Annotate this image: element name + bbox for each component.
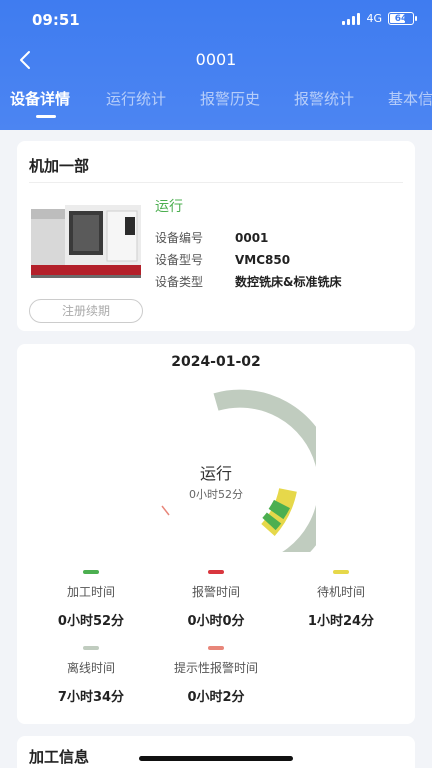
legend-processing: 加工时间 0小时52分 xyxy=(26,570,156,629)
tab-alarm-history[interactable]: 报警历史 xyxy=(200,88,260,109)
legend-color-dot xyxy=(333,570,349,574)
tab-bar: 设备详情 运行统计 报警历史 报警统计 基本信 xyxy=(0,88,432,118)
battery-level: 64 xyxy=(394,13,408,24)
legend-hint-alarm: 提示性报警时间 0小时2分 xyxy=(151,646,281,705)
status-indicators: 4G 64 xyxy=(342,12,417,25)
tab-run-stats[interactable]: 运行统计 xyxy=(106,88,166,109)
legend-value: 1小时24分 xyxy=(307,614,375,629)
ring-processing-segment xyxy=(268,499,291,520)
machine-image xyxy=(31,205,141,278)
field-value: 0001 xyxy=(235,231,269,245)
stats-date: 2024-01-02 xyxy=(171,354,261,370)
app-header: 09:51 4G 64 0001 设备详情 运行统计 报警历史 报警统计 基本信 xyxy=(0,0,432,130)
home-indicator[interactable] xyxy=(139,756,293,761)
legend-color-dot xyxy=(208,570,224,574)
legend-label: 加工时间 xyxy=(66,585,115,599)
field-label: 设备类型 xyxy=(155,275,204,289)
tab-device-detail[interactable]: 设备详情 xyxy=(10,88,70,109)
legend-label: 离线时间 xyxy=(66,661,115,675)
legend-color-dot xyxy=(208,646,224,650)
tab-alarm-stats[interactable]: 报警统计 xyxy=(294,88,354,109)
info-row-type: 设备类型 数控铣床&标准铣床 xyxy=(155,273,341,290)
status-bar: 09:51 4G 64 xyxy=(0,0,432,40)
department-name: 机加一部 xyxy=(29,157,90,175)
network-type: 4G xyxy=(366,12,382,25)
info-row-model: 设备型号 VMC850 xyxy=(155,251,290,268)
battery-icon: 64 xyxy=(388,12,417,25)
signal-icon xyxy=(342,12,361,25)
legend-label: 报警时间 xyxy=(191,585,240,599)
status-time: 09:51 xyxy=(32,11,80,29)
page-title: 0001 xyxy=(195,50,237,69)
legend-value: 0小时0分 xyxy=(187,614,245,629)
section-title: 加工信息 xyxy=(29,748,90,766)
ring-processing-segment xyxy=(262,512,282,531)
legend-color-dot xyxy=(83,646,99,650)
legend-offline: 离线时间 7小时34分 xyxy=(26,646,156,705)
legend-color-dot xyxy=(83,570,99,574)
legend-value: 0小时2分 xyxy=(187,690,245,705)
renew-button[interactable]: 注册续期 xyxy=(29,299,143,323)
ring-hint-alarm-mark xyxy=(161,505,170,516)
processing-info-card: 加工信息 xyxy=(17,736,415,768)
legend-value: 7小时34分 xyxy=(57,690,125,705)
legend-alarm: 报警时间 0小时0分 xyxy=(151,570,281,629)
current-status: 运行 xyxy=(199,464,232,483)
status-stats-card: 2024-01-02 运行 0小时52分 加工时间 0小时52分 报警时间 0小… xyxy=(17,344,415,724)
current-status-duration: 0小时52分 xyxy=(189,488,243,501)
active-tab-indicator xyxy=(36,115,56,118)
divider xyxy=(29,182,403,183)
field-value: VMC850 xyxy=(235,253,291,267)
device-card: 机加一部 运行 设备编号 0001 设备型号 VMC850 设备类型 数控铣床&标准铣… xyxy=(17,141,415,331)
tab-basic-info[interactable]: 基本信 xyxy=(388,88,432,109)
legend-label: 提示性报警时间 xyxy=(173,661,258,675)
field-label: 设备编号 xyxy=(155,231,204,245)
info-row-code: 设备编号 0001 xyxy=(155,229,268,246)
device-status: 运行 xyxy=(155,199,183,215)
legend-standby: 待机时间 1小时24分 xyxy=(276,570,406,629)
legend-value: 0小时52分 xyxy=(57,614,125,629)
field-label: 设备型号 xyxy=(155,253,204,267)
legend-label: 待机时间 xyxy=(316,585,365,599)
field-value: 数控铣床&标准铣床 xyxy=(235,275,342,289)
